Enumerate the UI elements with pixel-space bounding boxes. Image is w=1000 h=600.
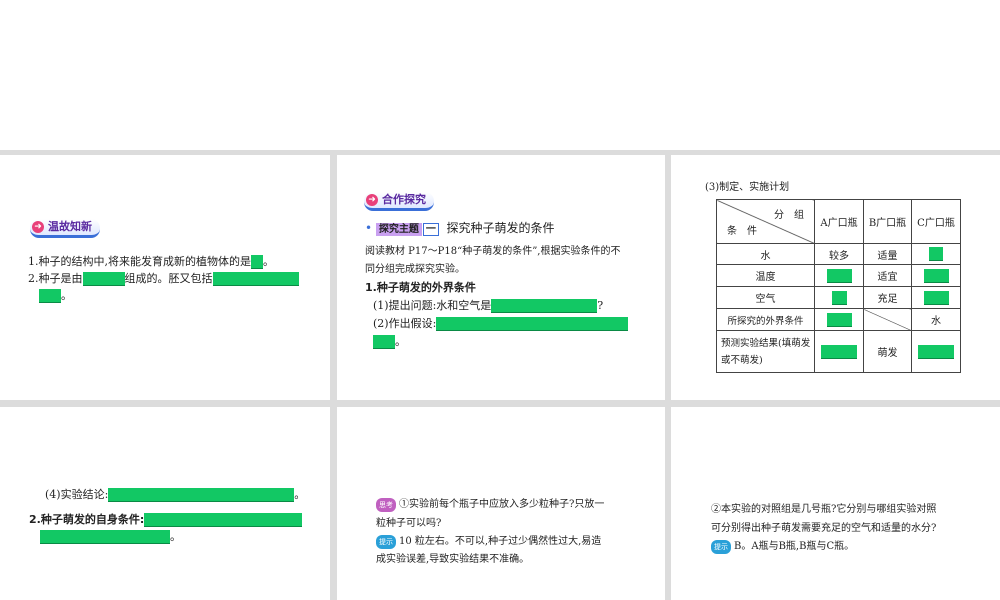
cell: 较多 <box>814 243 864 265</box>
q1-text: 1.种子的结构中,将来能发育成新的植物体的是 <box>28 255 251 268</box>
slide-conclusion[interactable]: (4)实验结论: 。 2.种子萌发的自身条件: 。 <box>0 407 330 600</box>
table-row: 预测实验结果(填萌发或不萌发) 萌发 <box>716 330 961 373</box>
subheading-external: 1.种子萌发的外界条件 <box>365 281 476 294</box>
diagonal-header-cell: 分 组条 件 <box>716 199 815 244</box>
topic-tag: 探究主题 <box>375 223 422 236</box>
topic-title: 探究种子萌发的条件 <box>446 221 555 235</box>
table-row: 空气 充足 <box>716 286 961 309</box>
hint-answer: 10 粒左右。不可以,种子过少偶然性过大,易造 <box>399 536 602 547</box>
header-group: 分 组 <box>774 210 804 221</box>
hint-answer: B。A瓶与B瓶,B瓶与C瓶。 <box>734 541 855 552</box>
answer-blank <box>39 289 61 303</box>
section-badge-review: ➜ 温故知新 <box>30 219 100 238</box>
q2-text-b: 组成的。胚又包括 <box>124 272 213 285</box>
control-question: ②本实验的对照组是几号瓶?它分别与哪组实验对照 <box>711 504 937 515</box>
answer-blank <box>40 530 170 544</box>
cell: 萌发 <box>863 330 912 373</box>
step-1-text: (1)提出问题:水和空气是 <box>373 299 492 312</box>
step-2: (2)作出假设: <box>373 317 629 331</box>
hint-tag: 提示 <box>376 535 396 549</box>
period: 。 <box>61 289 72 302</box>
think-question-cont: 粒种子可以吗? <box>376 518 442 529</box>
question-2: 2.种子是由 组成的。胚又包括 <box>28 272 299 286</box>
answer-blank <box>251 255 263 269</box>
control-question-cont: 可分别得出种子萌发需要充足的空气和适量的水分? <box>711 523 937 534</box>
answer-blank <box>436 317 629 331</box>
header-condition: 条 件 <box>727 226 757 237</box>
answer-blank <box>491 299 598 313</box>
subheading-internal: 2.种子萌发的自身条件: <box>29 513 145 526</box>
answer-blank <box>929 247 943 261</box>
think-tag: 思考 <box>376 498 396 512</box>
topic-heading: • 探究主题一 探究种子萌发的条件 <box>365 221 555 236</box>
period: 。 <box>263 255 274 268</box>
section-badge-explore: ➜ 合作探究 <box>364 192 434 211</box>
row-label: 水 <box>716 243 815 265</box>
table-row: 水较多 适量 <box>716 243 961 265</box>
answer-blank <box>108 488 295 502</box>
intro-line-2: 同分组完成探究实验。 <box>365 264 465 275</box>
row-label: 温度 <box>716 264 815 287</box>
circle-arrow-icon: ➜ <box>366 194 378 206</box>
answer-blank <box>923 268 949 283</box>
badge-label: 合作探究 <box>382 193 426 206</box>
hint-answer-cont: 成实验误差,导致实验结果不准确。 <box>376 554 530 565</box>
cell: 水 <box>911 308 961 331</box>
answer-blank <box>826 312 852 327</box>
period: 。 <box>294 488 306 501</box>
plan-title: (3)制定、实施计划 <box>705 182 790 193</box>
table-row: 所探究的外界条件 水 <box>716 308 961 331</box>
conclusion-label: (4)实验结论: <box>45 488 109 501</box>
answer-blank <box>831 290 847 305</box>
internal-conditions: 2.种子萌发的自身条件: <box>29 513 303 527</box>
row-label: 所探究的外界条件 <box>716 308 815 331</box>
think-question: ①实验前每个瓶子中应放入多少粒种子?只放一 <box>399 499 605 510</box>
row-label: 预测实验结果(填萌发或不萌发) <box>716 330 815 373</box>
conclusion-line: (4)实验结论: 。 <box>45 488 305 502</box>
table-row: 温度 适宜 <box>716 264 961 287</box>
period: 。 <box>170 530 181 543</box>
step-2-cont: 。 <box>373 335 406 349</box>
intro-line-1: 阅读教材 P17～P18“种子萌发的条件”,根据实验条件的不 <box>365 246 621 257</box>
step-2-text: (2)作出假设: <box>373 317 437 330</box>
diagonal-cell <box>863 308 912 331</box>
cell: 充足 <box>863 286 912 309</box>
cell: 适宜 <box>863 264 912 287</box>
internal-cont: 。 <box>40 530 181 544</box>
question-mark: ? <box>597 299 604 312</box>
answer-blank <box>918 344 954 359</box>
step-1: (1)提出问题:水和空气是? <box>373 299 603 313</box>
slide-explore[interactable]: ➜ 合作探究 • 探究主题一 探究种子萌发的条件 阅读教材 P17～P18“种子萌… <box>337 155 665 400</box>
answer-blank <box>144 513 303 527</box>
cell: 适量 <box>863 243 912 265</box>
period: 。 <box>395 335 406 348</box>
q2-text-a: 2.种子是由 <box>28 272 83 285</box>
badge-label: 温故知新 <box>48 220 92 233</box>
topic-number: 一 <box>422 223 439 236</box>
col-a: A广口瓶 <box>814 199 864 244</box>
top-blank-area <box>0 0 1000 150</box>
answer-blank <box>373 335 395 349</box>
slide-think[interactable]: 思考 ①实验前每个瓶子中应放入多少粒种子?只放一 粒种子可以吗? 提示 10 粒左右… <box>337 407 665 600</box>
hint-2: 提示 B。A瓶与B瓶,B瓶与C瓶。 <box>711 540 854 554</box>
answer-blank <box>821 344 857 359</box>
question-1: 1.种子的结构中,将来能发育成新的植物体的是。 <box>28 255 274 269</box>
experiment-table: 分 组条 件 A广口瓶 B广口瓶 C广口瓶 水较多 适量 温度 适宜 空气 充足 所探究的外… <box>716 199 961 373</box>
answer-blank <box>212 272 299 286</box>
answer-blank <box>826 268 852 283</box>
slide-review[interactable]: ➜ 温故知新 1.种子的结构中,将来能发育成新的植物体的是。 2.种子是由 组成的。… <box>0 155 330 400</box>
circle-arrow-icon: ➜ <box>32 221 44 233</box>
answer-blank <box>82 272 125 286</box>
row-label: 空气 <box>716 286 815 309</box>
col-c: C广口瓶 <box>911 199 961 244</box>
hint-tag: 提示 <box>711 540 731 554</box>
hint-1: 提示 10 粒左右。不可以,种子过少偶然性过大,易造 <box>376 535 601 549</box>
slide-control[interactable]: ②本实验的对照组是几号瓶?它分别与哪组实验对照 可分别得出种子萌发需要充足的空气… <box>671 407 1000 600</box>
question-2-cont: 。 <box>39 289 72 303</box>
answer-blank <box>923 290 949 305</box>
col-b: B广口瓶 <box>863 199 912 244</box>
think-q1: 思考 ①实验前每个瓶子中应放入多少粒种子?只放一 <box>376 498 604 512</box>
